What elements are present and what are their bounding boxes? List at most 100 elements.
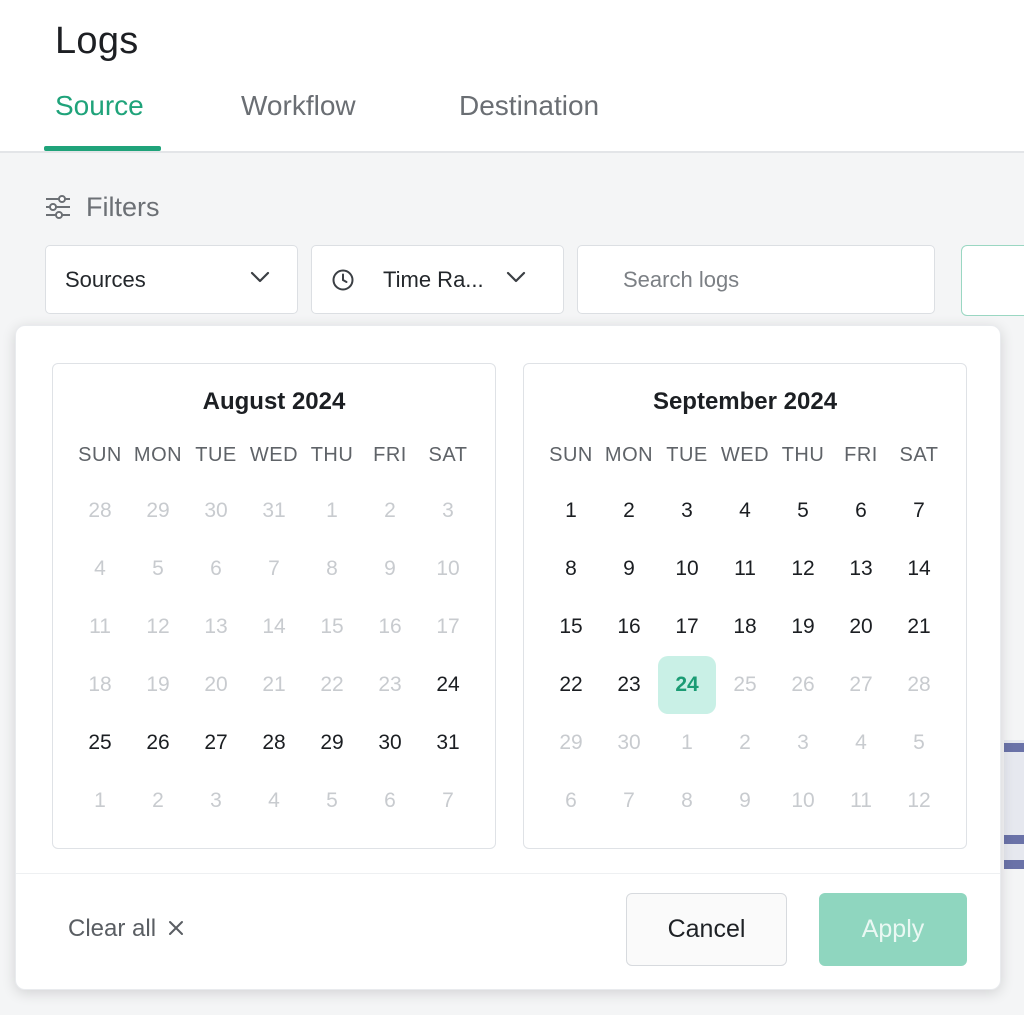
calendar-day: 11 [89, 615, 111, 638]
calendar-month-title: August 2024 [202, 388, 346, 415]
calendar-day: 3 [210, 789, 222, 812]
close-icon [168, 915, 184, 943]
calendar-day: 5 [913, 731, 925, 754]
calendar-day[interactable]: 5 [774, 482, 832, 540]
calendar-day: 5 [152, 557, 164, 580]
calendar-day[interactable]: 8 [542, 540, 600, 598]
page-header: Logs Source Workflow Destination [0, 0, 1024, 153]
calendar-day[interactable]: 27 [187, 714, 245, 772]
chevron-down-icon [505, 270, 527, 289]
sources-dropdown[interactable]: Sources [45, 245, 298, 314]
calendar-day: 16 [378, 615, 402, 638]
search-logs-placeholder: Search logs [623, 266, 740, 292]
weekday-header: SUN [78, 444, 122, 466]
active-tab-indicator [44, 146, 161, 151]
weekday-header: THU [781, 444, 825, 466]
calendar-day[interactable]: 18 [716, 598, 774, 656]
calendar-day: 11 [850, 789, 872, 812]
calendar-month-title: September 2024 [652, 388, 838, 415]
filters-label: Filters [86, 191, 160, 222]
clear-all-button[interactable]: Clear all [68, 915, 184, 943]
calendar-day: 26 [791, 673, 815, 696]
date-range-picker: August 2024 SUN MON TUE WED THU FRI SAT 28 29 30 3… [15, 325, 1001, 990]
tab-source[interactable]: Source [55, 90, 144, 122]
calendar-day[interactable]: 15 [542, 598, 600, 656]
calendar-day[interactable]: 28 [245, 714, 303, 772]
calendar-day[interactable]: 12 [774, 540, 832, 598]
calendar-day[interactable]: 9 [600, 540, 658, 598]
calendar-day: 1 [94, 789, 106, 812]
weekday-header: SUN [549, 444, 593, 466]
calendar-day: 1 [326, 499, 338, 522]
calendar-day: 3 [797, 731, 809, 754]
calendar-day: 2 [739, 731, 751, 754]
tab-destination[interactable]: Destination [459, 90, 599, 122]
weekday-header: THU [310, 444, 354, 466]
calendar-day: 4 [268, 789, 280, 812]
weekday-header: MON [604, 444, 654, 466]
calendar-day: 12 [907, 789, 931, 812]
calendar-day[interactable]: 29 [303, 714, 361, 772]
calendar-day: 13 [204, 615, 228, 638]
weekday-header: SAT [428, 444, 468, 466]
calendar-day-selected[interactable]: 24 [658, 656, 716, 714]
filter-sliders-icon [44, 193, 72, 221]
calendar-day[interactable]: 20 [832, 598, 890, 656]
tab-workflow[interactable]: Workflow [241, 90, 356, 122]
calendar-day: 6 [384, 789, 396, 812]
background-bar [1004, 743, 1024, 752]
calendar-day: 6 [210, 557, 222, 580]
calendar-day: 2 [152, 789, 164, 812]
calendar-day[interactable]: 2 [600, 482, 658, 540]
filter-action-button[interactable] [961, 245, 1024, 316]
calendar-day[interactable]: 17 [658, 598, 716, 656]
filters-header: Filters [44, 190, 160, 224]
calendar-day: 19 [146, 673, 170, 696]
calendar-day[interactable]: 26 [129, 714, 187, 772]
calendar-day: 30 [204, 499, 228, 522]
calendar-day: 8 [681, 789, 693, 812]
calendar-month-august: August 2024 SUN MON TUE WED THU FRI SAT 28 29 30 3… [52, 363, 496, 849]
calendar-day[interactable]: 21 [890, 598, 948, 656]
sources-dropdown-label: Sources [65, 266, 146, 292]
calendar-day[interactable]: 7 [890, 482, 948, 540]
calendar-day[interactable]: 4 [716, 482, 774, 540]
calendar-day[interactable]: 10 [658, 540, 716, 598]
calendar-day[interactable]: 19 [774, 598, 832, 656]
calendar-day[interactable]: 30 [361, 714, 419, 772]
calendar-day[interactable]: 6 [832, 482, 890, 540]
calendar-day: 14 [262, 615, 286, 638]
calendar-day: 21 [262, 673, 286, 696]
calendar-day: 10 [436, 557, 460, 580]
calendar-day[interactable]: 3 [658, 482, 716, 540]
search-logs-input[interactable]: Search logs [577, 245, 935, 314]
calendar-day: 10 [791, 789, 815, 812]
calendar-day: 25 [733, 673, 757, 696]
time-range-label: Time Ra... [383, 266, 484, 292]
weekday-header: TUE [666, 444, 708, 466]
calendar-day[interactable]: 14 [890, 540, 948, 598]
calendar-day[interactable]: 23 [600, 656, 658, 714]
calendar-day[interactable]: 16 [600, 598, 658, 656]
calendar-day: 4 [94, 557, 106, 580]
calendar-day[interactable]: 31 [419, 714, 477, 772]
calendar-month-september: September 2024 SUN MON TUE WED THU FRI SAT 1 2 3 4… [523, 363, 967, 849]
calendar-day: 7 [623, 789, 635, 812]
chevron-down-icon [249, 270, 271, 289]
calendar-day: 20 [204, 673, 228, 696]
calendar-day: 28 [88, 499, 112, 522]
calendar-day[interactable]: 1 [542, 482, 600, 540]
calendar-day: 9 [739, 789, 751, 812]
cancel-button[interactable]: Cancel [626, 893, 787, 966]
calendar-day: 6 [565, 789, 577, 812]
calendar-day[interactable]: 22 [542, 656, 600, 714]
calendar-day: 2 [384, 499, 396, 522]
calendar-day[interactable]: 24 [419, 656, 477, 714]
apply-button[interactable]: Apply [819, 893, 967, 966]
calendar-day[interactable]: 11 [716, 540, 774, 598]
calendar-day[interactable]: 25 [71, 714, 129, 772]
calendar-day[interactable]: 13 [832, 540, 890, 598]
time-range-dropdown[interactable]: Time Ra... [311, 245, 564, 314]
weekday-header: FRI [373, 444, 407, 466]
weekday-header: SAT [899, 444, 939, 466]
